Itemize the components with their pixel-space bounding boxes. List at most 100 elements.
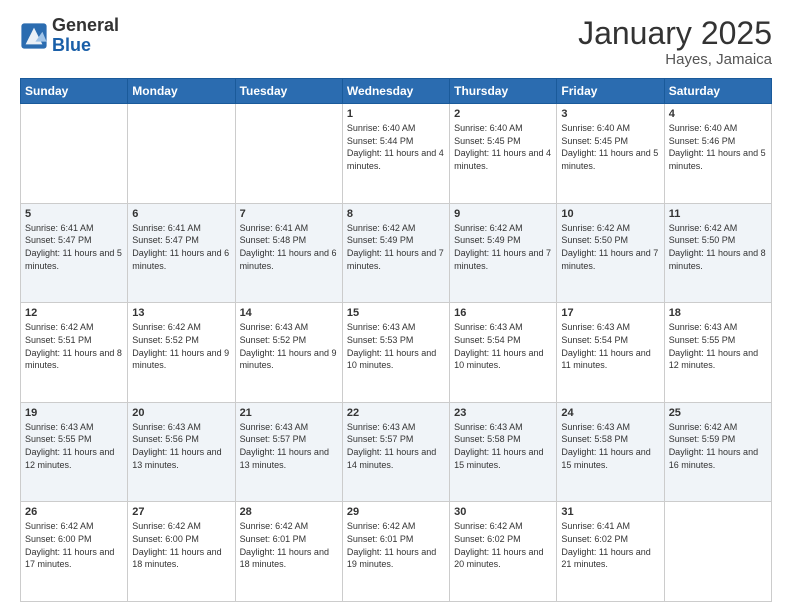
day-info: Sunrise: 6:42 AM Sunset: 6:00 PM Dayligh… bbox=[25, 520, 123, 570]
calendar: SundayMondayTuesdayWednesdayThursdayFrid… bbox=[20, 78, 772, 602]
location: Hayes, Jamaica bbox=[578, 51, 772, 68]
day-info: Sunrise: 6:40 AM Sunset: 5:46 PM Dayligh… bbox=[669, 122, 767, 172]
calendar-cell: 30 Sunrise: 6:42 AM Sunset: 6:02 PM Dayli… bbox=[450, 502, 557, 602]
day-header-thursday: Thursday bbox=[450, 79, 557, 104]
calendar-cell: 11 Sunrise: 6:42 AM Sunset: 5:50 PM Dayli… bbox=[664, 203, 771, 303]
page: General Blue January 2025 Hayes, Jamaica… bbox=[0, 0, 792, 612]
day-info: Sunrise: 6:42 AM Sunset: 6:01 PM Dayligh… bbox=[347, 520, 445, 570]
day-number: 22 bbox=[347, 407, 445, 419]
day-number: 29 bbox=[347, 506, 445, 518]
day-number: 3 bbox=[561, 108, 659, 120]
day-number: 2 bbox=[454, 108, 552, 120]
calendar-cell bbox=[21, 104, 128, 204]
day-number: 28 bbox=[240, 506, 338, 518]
day-info: Sunrise: 6:42 AM Sunset: 5:50 PM Dayligh… bbox=[561, 222, 659, 272]
calendar-cell: 12 Sunrise: 6:42 AM Sunset: 5:51 PM Dayli… bbox=[21, 303, 128, 403]
day-header-friday: Friday bbox=[557, 79, 664, 104]
day-number: 11 bbox=[669, 208, 767, 220]
calendar-cell bbox=[235, 104, 342, 204]
logo-icon bbox=[20, 22, 48, 50]
calendar-cell: 15 Sunrise: 6:43 AM Sunset: 5:53 PM Dayli… bbox=[342, 303, 449, 403]
calendar-cell: 24Sunrise: 6:43 AM Sunset: 5:58 PM Dayli… bbox=[557, 402, 664, 502]
calendar-cell: 31 Sunrise: 6:41 AM Sunset: 6:02 PM Dayli… bbox=[557, 502, 664, 602]
day-header-sunday: Sunday bbox=[21, 79, 128, 104]
day-number: 10 bbox=[561, 208, 659, 220]
calendar-cell: 17 Sunrise: 6:43 AM Sunset: 5:54 PM Dayli… bbox=[557, 303, 664, 403]
day-number: 6 bbox=[132, 208, 230, 220]
day-info: Sunrise: 6:43 AM Sunset: 5:55 PM Dayligh… bbox=[25, 421, 123, 471]
day-info: Sunrise: 6:42 AM Sunset: 6:00 PM Dayligh… bbox=[132, 520, 230, 570]
day-header-saturday: Saturday bbox=[664, 79, 771, 104]
day-info: Sunrise: 6:42 AM Sunset: 5:50 PM Dayligh… bbox=[669, 222, 767, 272]
calendar-cell: 26 Sunrise: 6:42 AM Sunset: 6:00 PM Dayli… bbox=[21, 502, 128, 602]
day-info: Sunrise: 6:41 AM Sunset: 6:02 PM Dayligh… bbox=[561, 520, 659, 570]
day-info: Sunrise: 6:42 AM Sunset: 5:51 PM Dayligh… bbox=[25, 321, 123, 371]
calendar-cell: 28Sunrise: 6:42 AM Sunset: 6:01 PM Dayli… bbox=[235, 502, 342, 602]
day-number: 26 bbox=[25, 506, 123, 518]
day-info: Sunrise: 6:43 AM Sunset: 5:54 PM Dayligh… bbox=[561, 321, 659, 371]
calendar-cell: 6Sunrise: 6:41 AM Sunset: 5:47 PM Daylig… bbox=[128, 203, 235, 303]
day-info: Sunrise: 6:43 AM Sunset: 5:58 PM Dayligh… bbox=[454, 421, 552, 471]
day-number: 15 bbox=[347, 307, 445, 319]
logo-blue: Blue bbox=[52, 35, 91, 55]
day-number: 13 bbox=[132, 307, 230, 319]
calendar-cell: 9 Sunrise: 6:42 AM Sunset: 5:49 PM Daylig… bbox=[450, 203, 557, 303]
day-number: 31 bbox=[561, 506, 659, 518]
day-info: Sunrise: 6:42 AM Sunset: 6:02 PM Dayligh… bbox=[454, 520, 552, 570]
day-info: Sunrise: 6:40 AM Sunset: 5:45 PM Dayligh… bbox=[561, 122, 659, 172]
days-header-row: SundayMondayTuesdayWednesdayThursdayFrid… bbox=[21, 79, 772, 104]
calendar-cell: 13Sunrise: 6:42 AM Sunset: 5:52 PM Dayli… bbox=[128, 303, 235, 403]
day-info: Sunrise: 6:41 AM Sunset: 5:48 PM Dayligh… bbox=[240, 222, 338, 272]
day-header-tuesday: Tuesday bbox=[235, 79, 342, 104]
day-number: 7 bbox=[240, 208, 338, 220]
week-row-3: 12 Sunrise: 6:42 AM Sunset: 5:51 PM Dayli… bbox=[21, 303, 772, 403]
day-info: Sunrise: 6:41 AM Sunset: 5:47 PM Dayligh… bbox=[25, 222, 123, 272]
day-info: Sunrise: 6:42 AM Sunset: 5:59 PM Dayligh… bbox=[669, 421, 767, 471]
calendar-cell: 19 Sunrise: 6:43 AM Sunset: 5:55 PM Dayli… bbox=[21, 402, 128, 502]
day-number: 23 bbox=[454, 407, 552, 419]
calendar-cell bbox=[664, 502, 771, 602]
day-info: Sunrise: 6:43 AM Sunset: 5:52 PM Dayligh… bbox=[240, 321, 338, 371]
week-row-5: 26 Sunrise: 6:42 AM Sunset: 6:00 PM Dayli… bbox=[21, 502, 772, 602]
day-number: 4 bbox=[669, 108, 767, 120]
calendar-cell: 7 Sunrise: 6:41 AM Sunset: 5:48 PM Daylig… bbox=[235, 203, 342, 303]
calendar-cell: 1Sunrise: 6:40 AM Sunset: 5:44 PM Daylig… bbox=[342, 104, 449, 204]
day-number: 30 bbox=[454, 506, 552, 518]
calendar-cell: 4 Sunrise: 6:40 AM Sunset: 5:46 PM Daylig… bbox=[664, 104, 771, 204]
day-info: Sunrise: 6:43 AM Sunset: 5:58 PM Dayligh… bbox=[561, 421, 659, 471]
day-number: 21 bbox=[240, 407, 338, 419]
logo-general: General bbox=[52, 15, 119, 35]
day-number: 17 bbox=[561, 307, 659, 319]
day-number: 12 bbox=[25, 307, 123, 319]
day-number: 9 bbox=[454, 208, 552, 220]
calendar-cell: 25 Sunrise: 6:42 AM Sunset: 5:59 PM Dayli… bbox=[664, 402, 771, 502]
day-number: 14 bbox=[240, 307, 338, 319]
calendar-cell: 3 Sunrise: 6:40 AM Sunset: 5:45 PM Daylig… bbox=[557, 104, 664, 204]
month-title: January 2025 bbox=[578, 16, 772, 51]
day-number: 20 bbox=[132, 407, 230, 419]
calendar-cell: 29 Sunrise: 6:42 AM Sunset: 6:01 PM Dayli… bbox=[342, 502, 449, 602]
day-number: 8 bbox=[347, 208, 445, 220]
day-info: Sunrise: 6:43 AM Sunset: 5:57 PM Dayligh… bbox=[240, 421, 338, 471]
day-info: Sunrise: 6:42 AM Sunset: 5:49 PM Dayligh… bbox=[454, 222, 552, 272]
week-row-2: 5 Sunrise: 6:41 AM Sunset: 5:47 PM Daylig… bbox=[21, 203, 772, 303]
calendar-cell: 5 Sunrise: 6:41 AM Sunset: 5:47 PM Daylig… bbox=[21, 203, 128, 303]
calendar-cell: 16Sunrise: 6:43 AM Sunset: 5:54 PM Dayli… bbox=[450, 303, 557, 403]
day-info: Sunrise: 6:40 AM Sunset: 5:44 PM Dayligh… bbox=[347, 122, 445, 172]
calendar-cell: 27 Sunrise: 6:42 AM Sunset: 6:00 PM Dayli… bbox=[128, 502, 235, 602]
day-number: 19 bbox=[25, 407, 123, 419]
day-number: 5 bbox=[25, 208, 123, 220]
calendar-cell: 22Sunrise: 6:43 AM Sunset: 5:57 PM Dayli… bbox=[342, 402, 449, 502]
day-number: 25 bbox=[669, 407, 767, 419]
week-row-4: 19 Sunrise: 6:43 AM Sunset: 5:55 PM Dayli… bbox=[21, 402, 772, 502]
day-header-monday: Monday bbox=[128, 79, 235, 104]
calendar-cell: 18Sunrise: 6:43 AM Sunset: 5:55 PM Dayli… bbox=[664, 303, 771, 403]
day-info: Sunrise: 6:43 AM Sunset: 5:55 PM Dayligh… bbox=[669, 321, 767, 371]
day-info: Sunrise: 6:43 AM Sunset: 5:53 PM Dayligh… bbox=[347, 321, 445, 371]
day-info: Sunrise: 6:40 AM Sunset: 5:45 PM Dayligh… bbox=[454, 122, 552, 172]
calendar-cell: 8Sunrise: 6:42 AM Sunset: 5:49 PM Daylig… bbox=[342, 203, 449, 303]
logo-text: General Blue bbox=[52, 16, 119, 56]
day-info: Sunrise: 6:43 AM Sunset: 5:56 PM Dayligh… bbox=[132, 421, 230, 471]
day-number: 27 bbox=[132, 506, 230, 518]
calendar-cell: 20 Sunrise: 6:43 AM Sunset: 5:56 PM Dayli… bbox=[128, 402, 235, 502]
